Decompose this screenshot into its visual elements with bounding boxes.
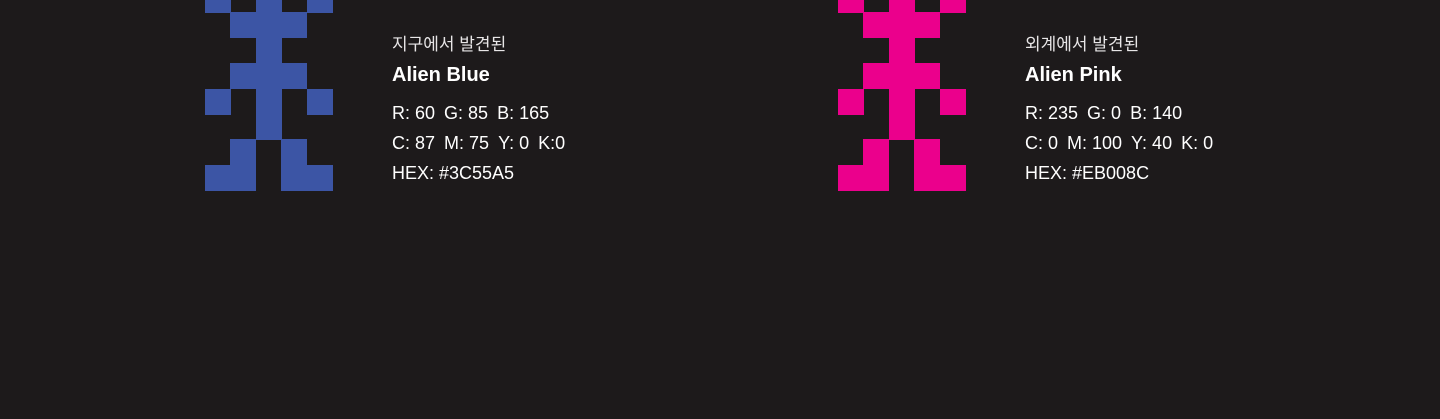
rgb-b: B: 165 (497, 103, 550, 123)
alien-pixel (306, 88, 333, 115)
alien-pixel (205, 164, 231, 191)
alien-pixel (888, 0, 915, 13)
cmyk-m: M: 75 (444, 133, 490, 153)
alien-pixel (914, 12, 941, 39)
cmyk-y: Y: 40 (1131, 133, 1173, 153)
alien-pixel (888, 63, 915, 90)
alien-pixel (205, 88, 231, 115)
alien-pixel (888, 37, 915, 64)
alien-pixel (255, 37, 282, 64)
alien-pixel (255, 114, 282, 140)
alien-pixel (255, 88, 282, 115)
alien-pixel (230, 12, 257, 39)
alien-pixel (863, 139, 890, 166)
hex-value: HEX: #EB008C (1025, 163, 1150, 183)
alien-pixel (863, 63, 890, 90)
cmyk-m: M: 100 (1067, 133, 1123, 153)
alien-pixel (888, 114, 915, 140)
color-specs: R: 60 G: 85 B: 165 C: 87 M: 75 Y: 0 K:0 HEX: … (392, 98, 732, 188)
alien-pixel (306, 0, 333, 13)
alien-pixel (939, 0, 966, 13)
alien-pixel (838, 88, 864, 115)
cmyk-k: K: 0 (1181, 133, 1214, 153)
alien-pixel (939, 88, 966, 115)
alien-pixel (914, 139, 941, 166)
alien-pixel (888, 88, 915, 115)
pixel-alien-icon (205, 0, 333, 191)
alien-pixel (914, 63, 941, 90)
alien-pixel (281, 139, 308, 166)
alien-pixel (230, 139, 257, 166)
cmyk-k: K:0 (538, 133, 566, 153)
pixel-alien-icon (838, 0, 966, 191)
rgb-values: R: 60 G: 85 B: 165 (392, 98, 732, 128)
alien-pixel (255, 0, 282, 13)
color-specs: R: 235 G: 0 B: 140 C: 0 M: 100 Y: 40 K: 0 HEX… (1025, 98, 1365, 188)
alien-pixel (255, 12, 282, 39)
alien-pixel (863, 164, 890, 191)
cmyk-values: C: 0 M: 100 Y: 40 K: 0 (1025, 128, 1365, 158)
color-name: Alien Pink (1025, 64, 1122, 86)
alien-pixel (230, 63, 257, 90)
rgb-values: R: 235 G: 0 B: 140 (1025, 98, 1365, 128)
alien-pixel (281, 12, 308, 39)
hex-value: HEX: #3C55A5 (392, 163, 515, 183)
alien-pixel (838, 0, 864, 13)
alien-pixel (281, 63, 308, 90)
color-info: 지구에서 발견된 Alien Blue R: 60 G: 85 B: 165 C: … (392, 34, 732, 188)
color-info: 외계에서 발견된 Alien Pink R: 235 G: 0 B: 140 C: … (1025, 34, 1365, 188)
color-swatch-alien-pink: 외계에서 발견된 Alien Pink R: 235 G: 0 B: 140 C: … (838, 0, 1398, 200)
color-swatch-alien-blue: 지구에서 발견된 Alien Blue R: 60 G: 85 B: 165 C: … (205, 0, 765, 200)
alien-pixel (838, 164, 864, 191)
cmyk-y: Y: 0 (498, 133, 530, 153)
cmyk-c: C: 0 (1025, 133, 1059, 153)
color-subtitle: 지구에서 발견된 (392, 35, 507, 54)
alien-pixel (888, 12, 915, 39)
alien-pixel (230, 164, 257, 191)
cmyk-c: C: 87 (392, 133, 436, 153)
rgb-r: R: 235 (1025, 103, 1079, 123)
cmyk-values: C: 87 M: 75 Y: 0 K:0 (392, 128, 732, 158)
alien-pixel (255, 63, 282, 90)
alien-pixel (306, 164, 333, 191)
color-subtitle: 외계에서 발견된 (1025, 35, 1140, 54)
alien-pixel (863, 12, 890, 39)
color-name: Alien Blue (392, 64, 490, 86)
alien-pixel (205, 0, 231, 13)
rgb-g: G: 85 (444, 103, 489, 123)
alien-pixel (281, 164, 308, 191)
alien-pixel (914, 164, 941, 191)
rgb-b: B: 140 (1130, 103, 1183, 123)
alien-pixel (939, 164, 966, 191)
rgb-r: R: 60 (392, 103, 436, 123)
rgb-g: G: 0 (1087, 103, 1122, 123)
